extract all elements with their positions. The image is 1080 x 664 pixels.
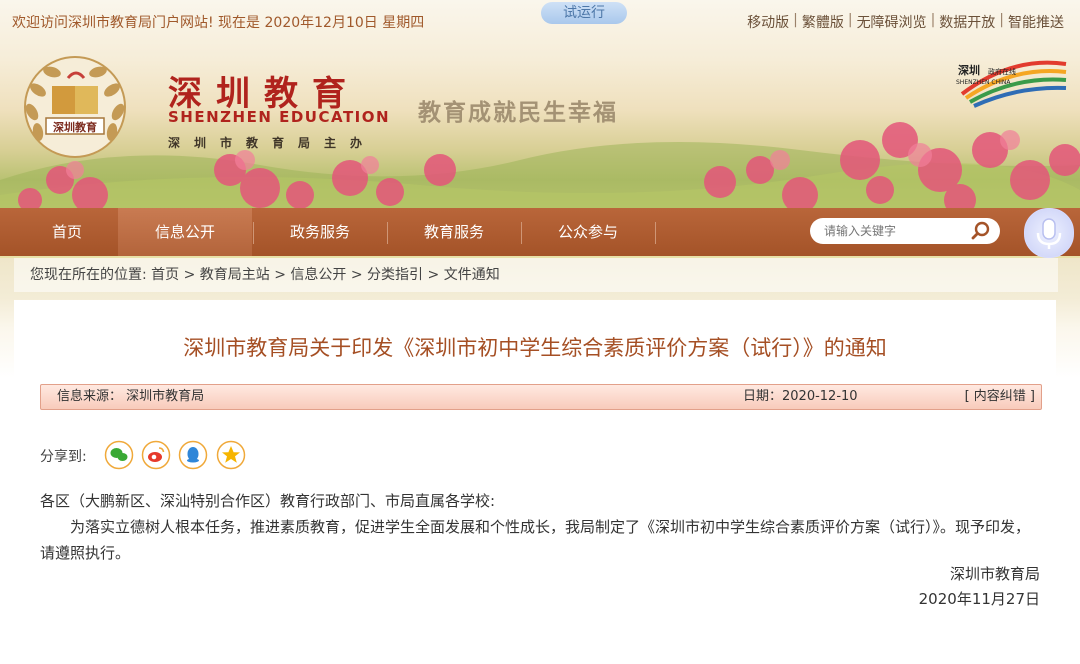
slogan: 教育成就民生幸福 [418,99,618,126]
svg-text:深圳: 深圳 [958,63,980,77]
nav-government-services[interactable]: 政务服务 [253,208,387,256]
svg-text:深圳教育: 深圳教育 [53,120,97,134]
share-label: 分享到: [40,449,87,465]
open-data-link[interactable]: 数据开放 [939,12,995,32]
article-title: 深圳市教育局关于印发《深圳市初中学生综合素质评价方案（试行）》的通知 [183,336,887,360]
article-panel: 深圳市教育局关于印发《深圳市初中学生综合素质评价方案（试行）》的通知 信息来源：… [14,300,1056,664]
article-info-bar: 信息来源： 深圳市教育局 日期：2020-12-10 [ 内容纠错 ] [40,384,1042,410]
voice-assistant-button[interactable] [1024,208,1074,258]
link-separator: | [847,12,853,28]
weibo-icon [141,440,171,470]
top-links: 移动版 | 繁體版 | 无障碍浏览 | 数据开放 | 智能推送 [747,12,1064,32]
info-source: 信息来源： 深圳市教育局 [57,389,205,404]
nav-home[interactable]: 首页 [0,208,134,256]
article-paragraph: 各区（大鹏新区、深汕特别合作区）教育行政部门、市局直属各学校: [40,492,496,510]
signature-date: 2020年11月27日 [918,590,1040,608]
article-body: 各区（大鹏新区、深汕特别合作区）教育行政部门、市局直属各学校: 为落实立德树人根… [40,488,1040,566]
link-separator: | [999,12,1004,28]
search-input[interactable] [824,222,974,240]
share-wechat-button[interactable] [104,440,134,470]
share-weibo-button[interactable] [141,440,171,470]
site-title-english: SHENZHEN EDUCATION [168,108,391,126]
qzone-icon [216,440,246,470]
welcome-text: 欢迎访问深圳市教育局门户网站! 现在是 2020年12月10日 星期四 [12,15,425,31]
top-bar: 欢迎访问深圳市教育局门户网站! 现在是 2020年12月10日 星期四 试运行 … [0,0,1080,44]
link-separator: | [930,12,936,28]
qq-icon [178,440,208,470]
article-paragraph: 为落实立德树人根本任务，推进素质教育，促进学生全面发展和个性成长，我局制定了《深… [40,518,1031,562]
article-signature: 深圳市教育局 2020年11月27日 [919,562,1040,612]
share-qq-button[interactable] [178,440,208,470]
nav-public-participation[interactable]: 公众参与 [521,208,655,256]
site-subtitle: 深圳市教育局主办 [168,136,377,150]
shenzhen-gov-online-logo[interactable]: 深圳 政府在线 SHENZHEN CHINA [952,56,1070,108]
nav-divider [655,222,656,244]
nav-education-services[interactable]: 教育服务 [387,208,521,256]
svg-text:政府在线: 政府在线 [988,67,1016,76]
link-separator: | [793,12,798,28]
signature-organization: 深圳市教育局 [949,565,1040,583]
accessibility-link[interactable]: 无障碍浏览 [857,12,927,32]
mobile-version-link[interactable]: 移动版 [747,12,789,32]
traditional-chinese-link[interactable]: 繁體版 [802,12,844,32]
info-date: 日期：2020-12-10 [743,389,858,404]
smart-push-link[interactable]: 智能推送 [1008,12,1064,32]
nav-info-disclosure[interactable]: 信息公开 [118,208,252,256]
svg-text:SHENZHEN CHINA: SHENZHEN CHINA [956,79,1011,86]
search-icon[interactable] [970,221,992,241]
shenzhen-education-seal-logo[interactable]: 深圳教育 [16,52,134,162]
microphone-icon [1036,218,1062,249]
breadcrumb: 您现在所在的位置: 首页 > 教育局主站 > 信息公开 > 分类指引 > 文件通… [14,258,1058,292]
content-error-report-link[interactable]: [ 内容纠错 ] [965,385,1035,409]
search-box [810,218,1000,244]
trial-badge: 试运行 [541,2,627,24]
wechat-icon [104,440,134,470]
share-qzone-button[interactable] [216,440,246,470]
